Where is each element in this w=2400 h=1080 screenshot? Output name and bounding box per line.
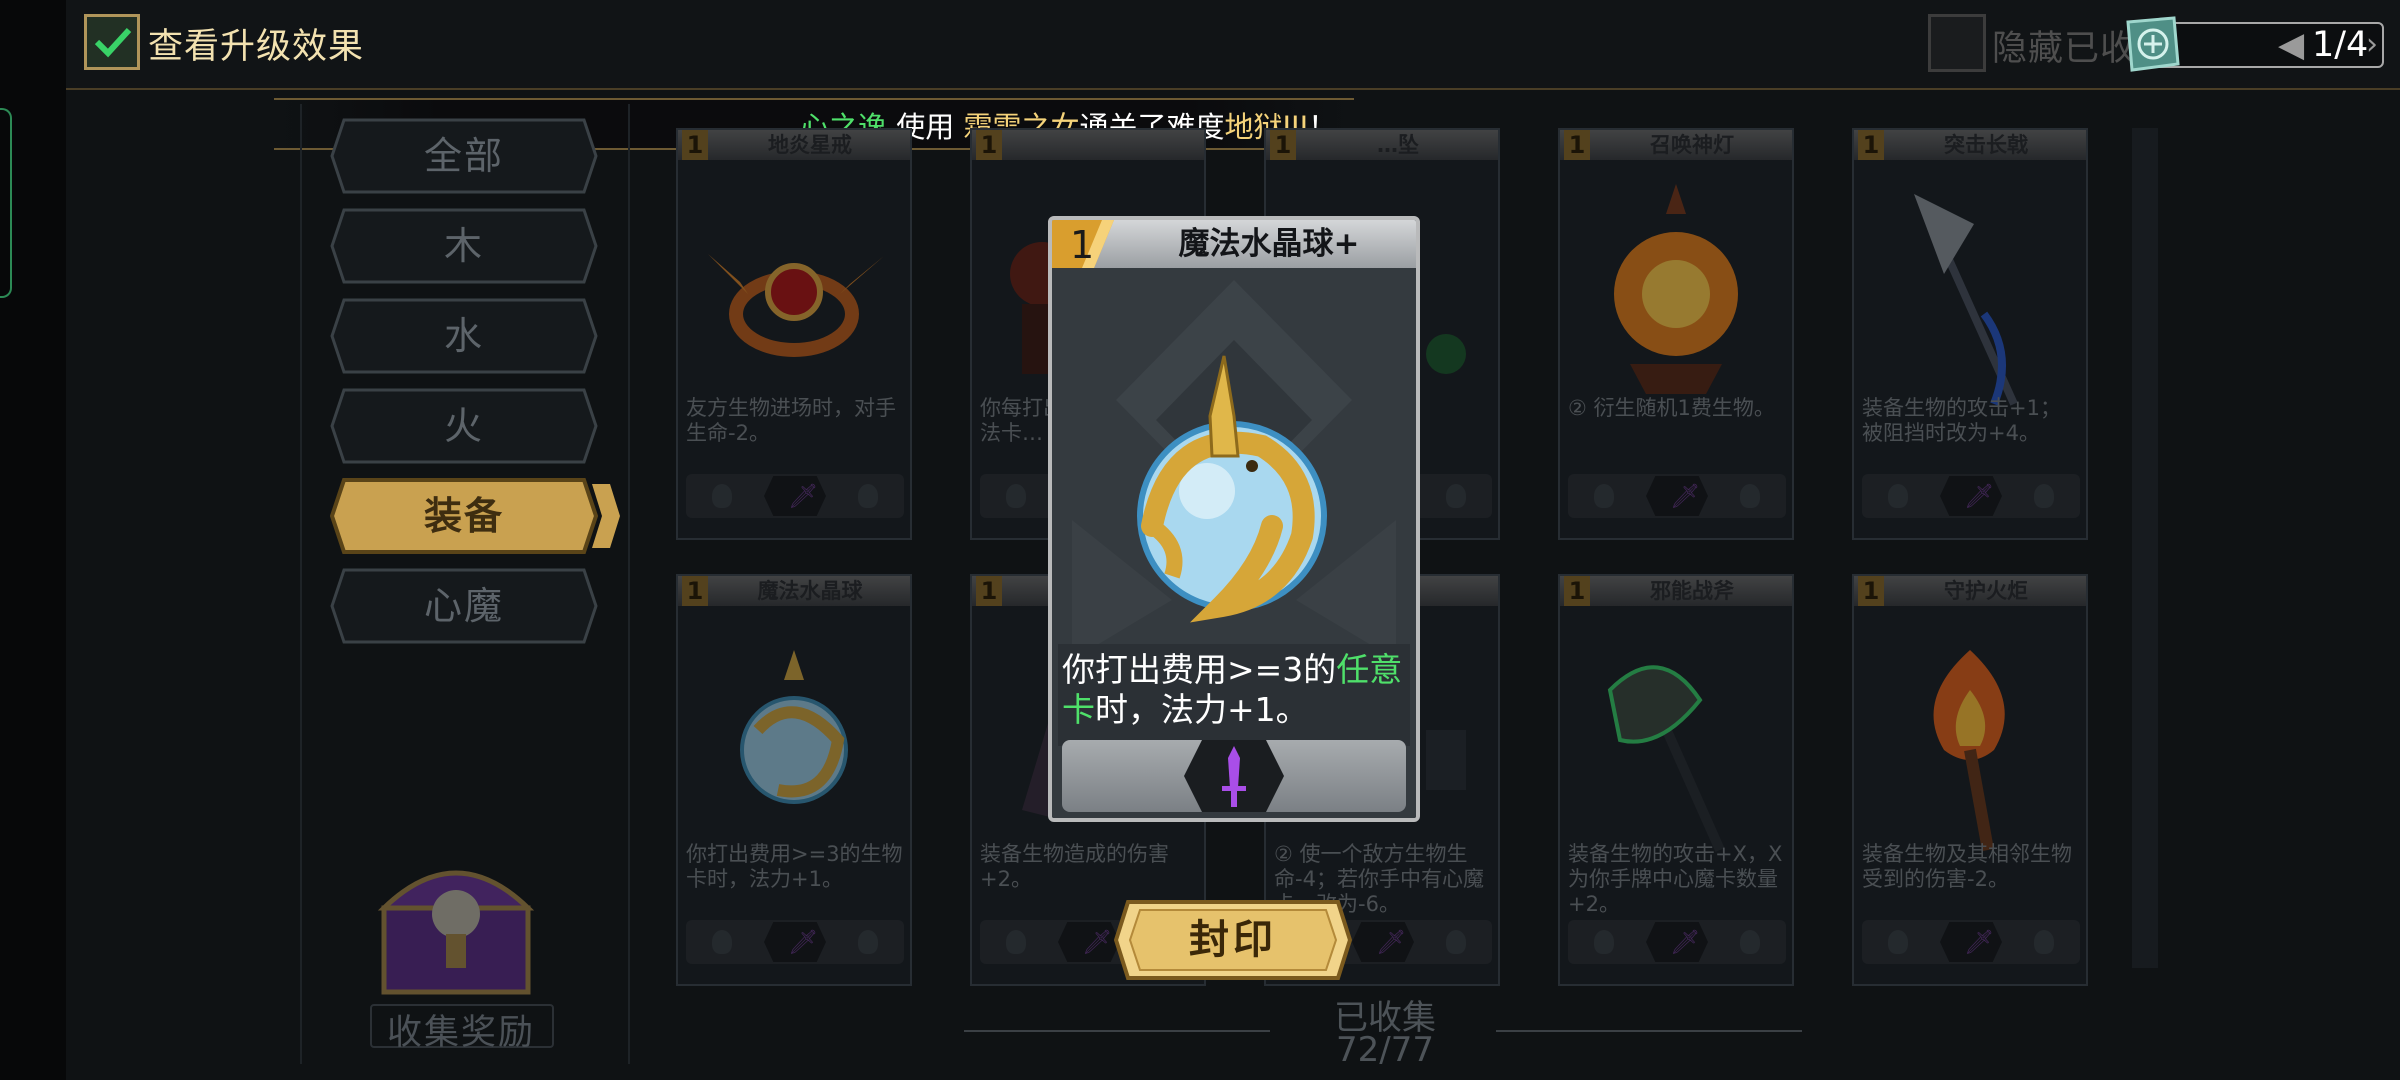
page-next-arrow-icon[interactable]: ›	[2366, 22, 2378, 68]
popup-desc-text: 你打出费用>=3的	[1062, 650, 1337, 689]
upgrade-effect-checkbox[interactable]	[84, 14, 140, 70]
card-item[interactable]: 1 地炎星戒 友方生物进场时，对手生命-2。 🗡	[676, 128, 912, 540]
page-prev-arrow-icon[interactable]: ◀	[2278, 22, 2304, 68]
popup-cost-value: 1	[1070, 223, 1094, 267]
seal-button[interactable]: 封印	[1114, 898, 1352, 982]
tab-fire[interactable]: 火	[330, 388, 598, 464]
card-item[interactable]: 1 召唤神灯 ② 衍生随机1费生物。 🗡	[1558, 128, 1794, 540]
tab-all-label: 全部	[423, 134, 504, 178]
scroll-emblem-icon	[2126, 16, 2180, 72]
popup-description: 你打出费用>=3的任意卡时，法力+1。	[1062, 650, 1408, 730]
card-item[interactable]: 1 邪能战斧 装备生物的攻击+X，X为你手牌中心魔卡数量+2。 🗡	[1558, 574, 1794, 986]
treasure-chest-icon[interactable]	[368, 838, 544, 1004]
tab-wood-label: 木	[443, 224, 484, 268]
tab-equipment-label: 装备	[423, 494, 504, 538]
hide-collected-checkbox[interactable]	[1928, 14, 1986, 72]
upgrade-effect-label[interactable]: 查看升级效果	[148, 18, 364, 69]
tab-water[interactable]: 水	[330, 298, 598, 374]
page-count: 1/4	[2312, 25, 2369, 65]
divider	[1496, 1030, 1802, 1032]
card-item[interactable]: 1 守护火炬 装备生物及其相邻生物受到的伤害-2。 🗡	[1852, 574, 2088, 986]
crystal-orb-icon	[1137, 355, 1327, 623]
tab-equipment[interactable]: 装备	[330, 478, 620, 554]
collection-reward-button[interactable]: 收集奖励	[368, 1004, 554, 1055]
tab-water-label: 水	[443, 314, 484, 358]
tab-wood[interactable]: 木	[330, 208, 598, 284]
popup-desc-text-end: 时，法力+1。	[1095, 690, 1309, 729]
popup-title: 魔法水晶球+	[1178, 226, 1360, 262]
tab-fire-label: 火	[443, 404, 484, 448]
dagger-icon	[1222, 746, 1246, 807]
hide-collected-label[interactable]: 隐藏已收	[1992, 20, 2136, 71]
card-detail-popup: 1 魔法水晶球+ 你打出费用>=3的任意卡时，法力+1。	[1048, 216, 1420, 822]
collected-count: 72/77	[1336, 1030, 1434, 1070]
checkmark-icon	[94, 27, 132, 58]
card-item[interactable]: 1 突击长戟 装备生物的攻击+1；被阻挡时改为+4。 🗡	[1852, 128, 2088, 540]
popup-cost-badge: 1	[1052, 220, 1114, 268]
side-drawer-handle[interactable]	[0, 108, 12, 298]
tab-all[interactable]: 全部	[330, 118, 598, 194]
divider	[964, 1030, 1270, 1032]
card-item[interactable]: 1 魔法水晶球 你打出费用>=3的生物卡时，法力+1。 🗡	[676, 574, 912, 986]
tab-inner-demon[interactable]: 心魔	[330, 568, 598, 644]
grid-scrollbar[interactable]	[2132, 128, 2158, 968]
tab-inner-demon-label: 心魔	[423, 584, 504, 628]
